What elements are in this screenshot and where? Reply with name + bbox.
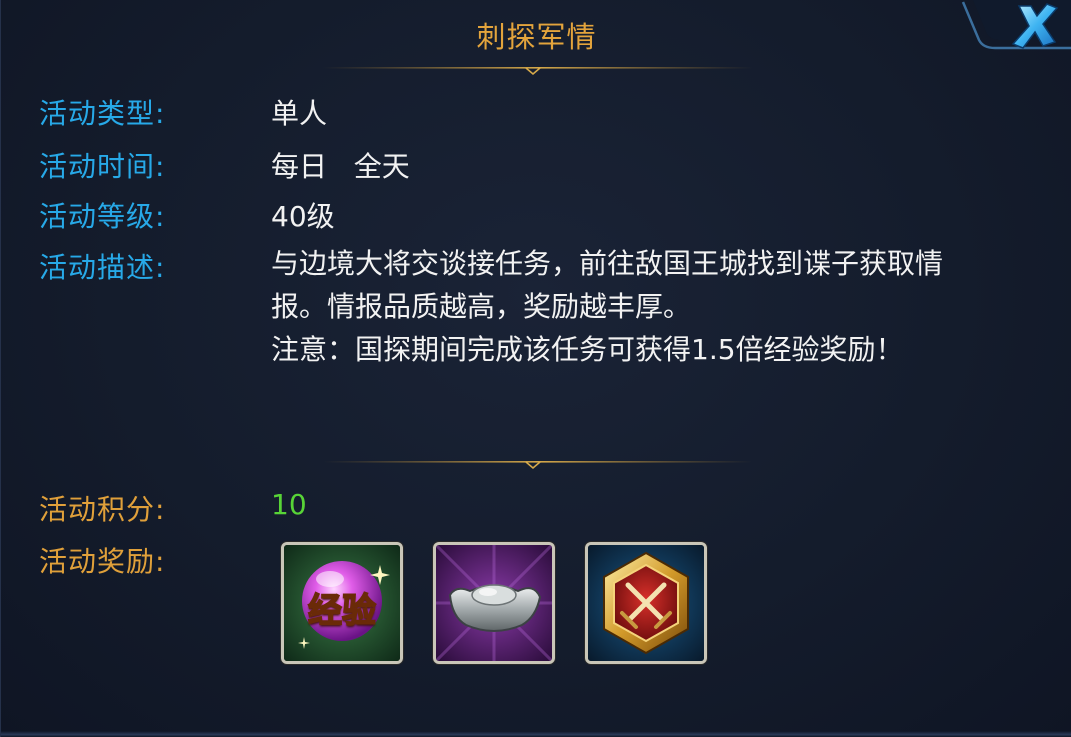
crossed-swords-badge-icon (588, 545, 704, 661)
activity-type-value: 单人 (271, 97, 328, 130)
top-divider (323, 67, 753, 76)
description-line: 与边境大将交谈接任务，前往敌国王城找到谍子获取情 (271, 247, 944, 280)
description-line: 注意：国探期间完成该任务可获得1.5倍经验奖励！ (271, 333, 904, 366)
description-line: 报。情报品质越高，奖励越丰厚。 (271, 290, 692, 323)
activity-points-label: 活动积分: (39, 493, 166, 526)
activity-dialog: 刺探军情 活动类型: 单人 活动时间: 每日 全天 活动等级: 40级 活动描述… (0, 0, 1071, 737)
activity-description-label: 活动描述: (39, 251, 166, 284)
activity-time-label: 活动时间: (39, 150, 166, 183)
reward-item-silver[interactable] (433, 542, 555, 664)
activity-level-label: 活动等级: (39, 200, 166, 233)
activity-points-value: 10 (271, 488, 307, 521)
activity-time-value: 每日 全天 (271, 150, 410, 183)
activity-type-label: 活动类型: (39, 97, 166, 130)
close-button[interactable] (959, 0, 1071, 56)
reward-item-badge[interactable] (585, 542, 707, 664)
dialog-title: 刺探军情 (476, 20, 597, 54)
exp-label: 经验 (307, 590, 377, 632)
activity-rewards-label: 活动奖励: (39, 545, 166, 578)
reward-item-exp[interactable]: 经验 (281, 542, 403, 664)
activity-level-value: 40级 (271, 200, 335, 233)
silver-ingot-icon (436, 545, 552, 661)
middle-divider (323, 461, 753, 470)
activity-description-text: 与边境大将交谈接任务，前往敌国王城找到谍子获取情 报。情报品质越高，奖励越丰厚。… (271, 242, 1041, 371)
dialog-bottom-edge (1, 731, 1071, 737)
close-icon (1011, 3, 1059, 49)
